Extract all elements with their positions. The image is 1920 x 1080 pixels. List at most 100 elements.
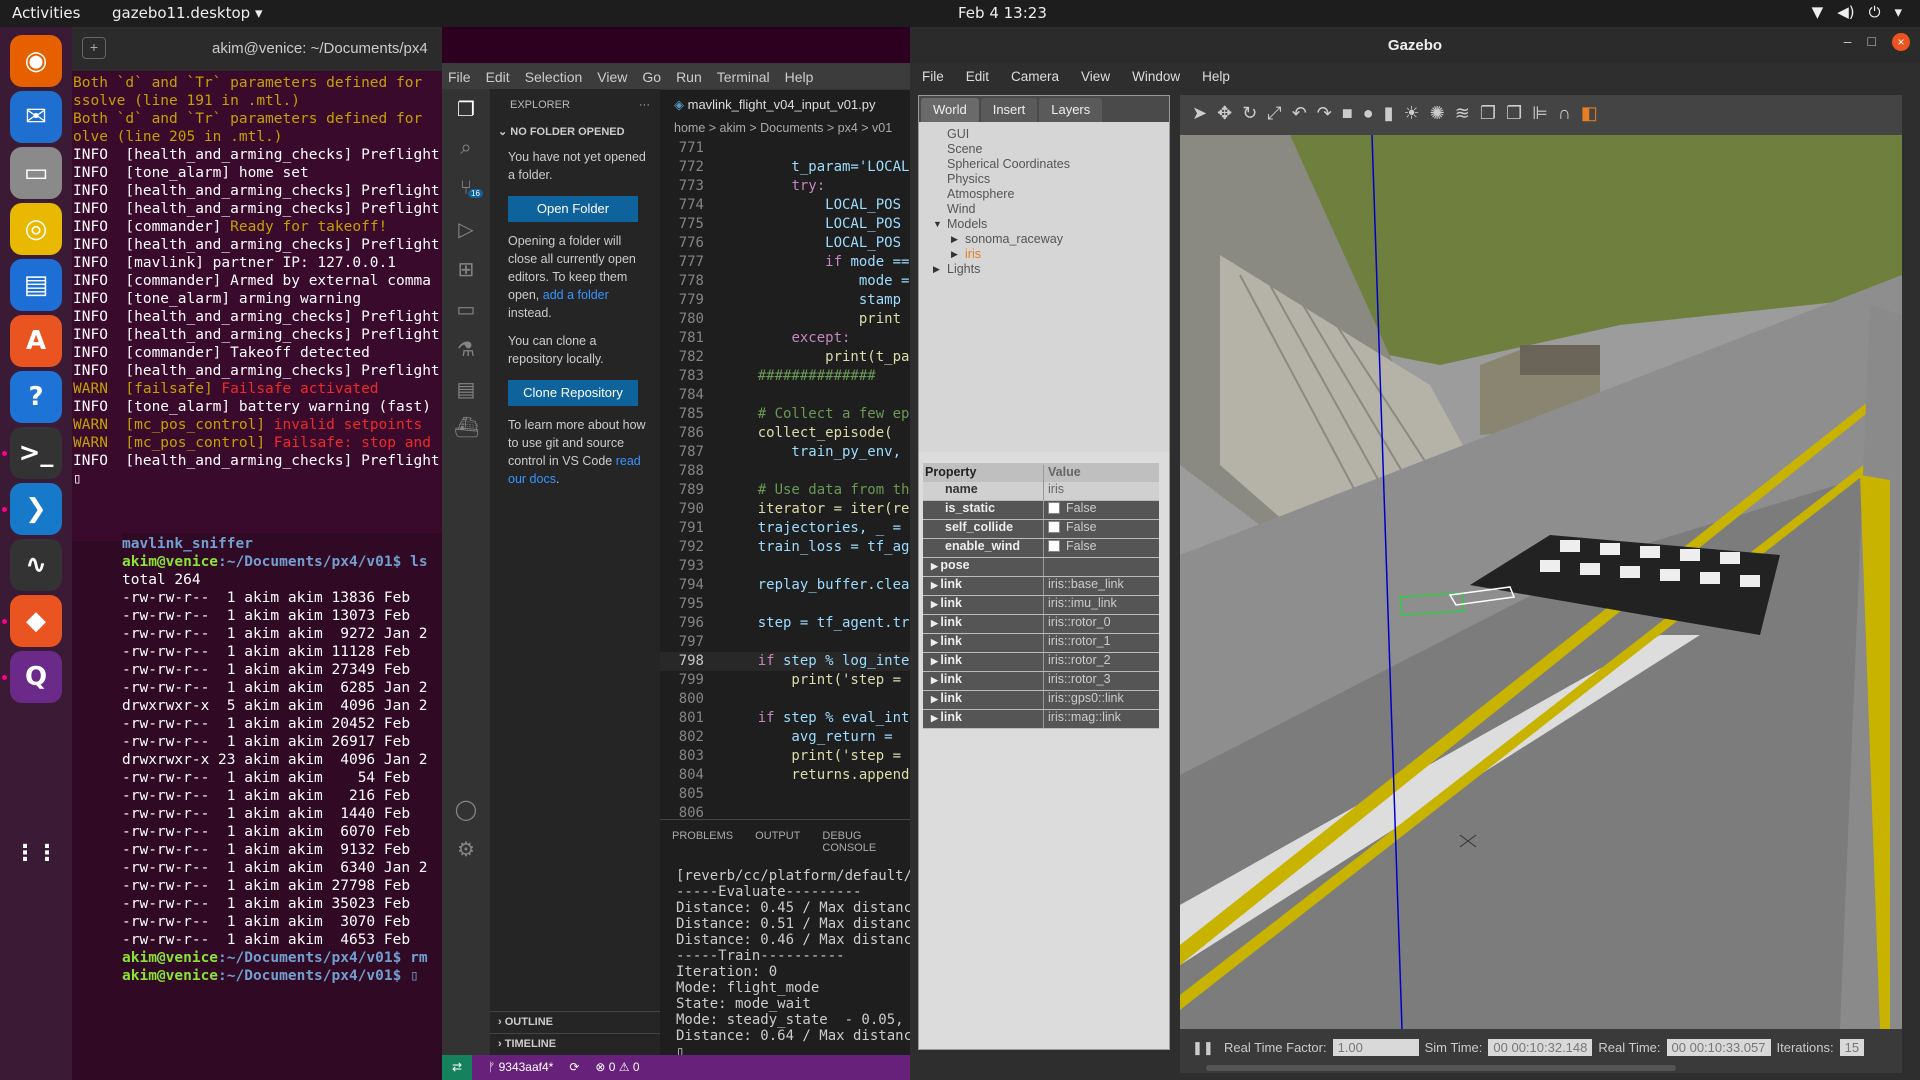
menu-file[interactable]: File (448, 69, 471, 89)
property-row-name[interactable]: name iris (923, 482, 1159, 501)
software-icon[interactable]: A (10, 315, 62, 367)
box-icon[interactable]: ■ (1342, 103, 1353, 135)
writer-icon[interactable]: ▤ (10, 259, 62, 311)
tree-item-sonoma_raceway[interactable]: ▶ sonoma_raceway (947, 232, 1169, 247)
terminal-window[interactable]: + akim@venice: ~/Documents/px4 Both `d` … (72, 27, 442, 1080)
rotate-icon[interactable]: ↻ (1242, 103, 1257, 135)
extensions-icon[interactable]: ⊞ (454, 257, 478, 281)
expand-arrow-icon[interactable]: ▶ (931, 656, 940, 666)
remote-indicator[interactable]: ⇄ (442, 1055, 473, 1080)
tab-insert[interactable]: Insert (980, 98, 1038, 122)
menu-edit[interactable]: Edit (486, 69, 510, 89)
expand-arrow-icon[interactable]: ▶ (931, 599, 940, 609)
tree-item-atmosphere[interactable]: Atmosphere (947, 187, 1169, 202)
account-icon[interactable]: ◯ (454, 797, 478, 821)
gz-menu-view[interactable]: View (1081, 69, 1110, 89)
tab-layers[interactable]: Layers (1039, 98, 1103, 122)
view-angle-icon[interactable]: ◧ (1581, 103, 1598, 135)
remote-explorer-icon[interactable]: ▭ (454, 297, 478, 321)
add-folder-link[interactable]: add a folder (543, 288, 609, 302)
tree-item-lights[interactable]: ▶ Lights (933, 262, 1169, 277)
code-area[interactable]: 771 772 t_param='LOCAL 773 try: 774 LOCAL_P… (660, 139, 910, 823)
expand-arrow-icon[interactable]: ▶ (931, 675, 940, 685)
property-row-enable_wind[interactable]: enable_wind False (923, 539, 1159, 558)
property-row-self_collide[interactable]: self_collide False (923, 520, 1159, 539)
tab-world[interactable]: World (921, 98, 979, 122)
property-row-link[interactable]: ▶ link iris::rotor_3 (923, 672, 1159, 691)
expand-arrow-icon[interactable]: ▶ (951, 247, 958, 262)
copy-icon[interactable]: ❐ (1480, 103, 1496, 135)
volume-icon[interactable]: ◀) (1837, 3, 1854, 21)
gz-menu-file[interactable]: File (922, 69, 944, 89)
expand-arrow-icon[interactable]: ▶ (931, 561, 940, 571)
power-icon[interactable]: ⏻ (1869, 3, 1881, 21)
tree-item-wind[interactable]: Wind (947, 202, 1169, 217)
world-tree[interactable]: GUI Scene Spherical Coordinates Physics Atmo… (919, 122, 1169, 452)
directional-light-icon[interactable]: ≋ (1455, 103, 1470, 135)
property-row-link[interactable]: ▶ link iris::base_link (923, 577, 1159, 596)
terminal-icon[interactable]: >_ (10, 427, 62, 479)
network-icon[interactable]: ▼ (1812, 3, 1824, 21)
new-tab-icon[interactable]: + (82, 37, 106, 59)
files-icon[interactable]: ▭ (10, 147, 62, 199)
property-row-link[interactable]: ▶ link iris::rotor_1 (923, 634, 1159, 653)
property-row-pose[interactable]: ▶ pose (923, 558, 1159, 577)
tree-item-physics[interactable]: Physics (947, 172, 1169, 187)
panel-output[interactable]: [reverb/cc/platform/default/s -----Evalua… (660, 854, 910, 1060)
expand-arrow-icon[interactable]: ▶ (931, 713, 940, 723)
editor[interactable]: ◈ mavlink_flight_v04_input_v01.py home >… (660, 89, 910, 821)
property-row-link[interactable]: ▶ link iris::rotor_2 (923, 653, 1159, 672)
maximize-icon[interactable]: □ (1868, 33, 1876, 51)
undo-icon[interactable]: ↶ (1292, 103, 1307, 135)
property-row-link[interactable]: ▶ link iris::rotor_0 (923, 615, 1159, 634)
tree-item-gui[interactable]: GUI (947, 127, 1169, 142)
rhythmbox-icon[interactable]: ◎ (10, 203, 62, 255)
apps-grid-icon[interactable]: ⋮⋮ (10, 827, 62, 879)
snap-icon[interactable]: ∩ (1558, 103, 1571, 135)
vscode-icon[interactable]: ❯ (10, 483, 62, 535)
gz-menu-edit[interactable]: Edit (966, 69, 989, 89)
expand-arrow-icon[interactable]: ▶ (931, 637, 940, 647)
activities-button[interactable]: Activities (12, 4, 80, 22)
menu-selection[interactable]: Selection (525, 69, 583, 89)
monitor-icon[interactable]: ∿ (10, 539, 62, 591)
spot-light-icon[interactable]: ✺ (1430, 103, 1445, 135)
scale-icon[interactable]: ⤢ (1267, 103, 1281, 135)
panel-tab-output[interactable]: OUTPUT (755, 830, 800, 854)
editor-tab[interactable]: ◈ mavlink_flight_v04_input_v01.py (660, 89, 910, 119)
qgroundcontrol-icon[interactable]: Q (10, 651, 62, 703)
menu-go[interactable]: Go (642, 69, 661, 89)
no-folder-header[interactable]: ⌄ NO FOLDER OPENED (490, 111, 660, 138)
menu-help[interactable]: Help (785, 69, 814, 89)
sync-icon[interactable]: ⟳ (569, 1060, 579, 1080)
tree-item-scene[interactable]: Scene (947, 142, 1169, 157)
panel-tab-problems[interactable]: PROBLEMS (672, 830, 733, 854)
system-menu-icon[interactable]: ▾ (1894, 3, 1902, 21)
tree-item-iris[interactable]: ▶ iris (947, 247, 1169, 262)
run-debug-icon[interactable]: ▷ (454, 217, 478, 241)
explorer-icon[interactable]: ❐ (454, 97, 478, 121)
gz-menu-window[interactable]: Window (1132, 69, 1180, 89)
source-control-icon[interactable]: ⑂ 16 (454, 177, 483, 201)
close-icon[interactable]: × (1892, 33, 1910, 51)
sphere-icon[interactable]: ● (1363, 103, 1374, 135)
checkbox[interactable] (1048, 521, 1060, 533)
cylinder-icon[interactable]: ▮ (1384, 103, 1394, 135)
gz-menu-camera[interactable]: Camera (1011, 69, 1059, 89)
notebook-icon[interactable]: ▤ (454, 377, 478, 401)
expand-arrow-icon[interactable]: ▶ (933, 262, 940, 277)
system-tray[interactable]: ▼ ◀) ⏻ ▾ (1812, 3, 1902, 21)
breadcrumb[interactable]: home > akim > Documents > px4 > v01 (660, 119, 910, 139)
point-light-icon[interactable]: ☀ (1404, 103, 1420, 135)
checkbox[interactable] (1048, 540, 1060, 552)
expand-arrow-icon[interactable]: ▶ (931, 618, 940, 628)
minimize-icon[interactable]: – (1844, 33, 1852, 51)
help-icon[interactable]: ? (10, 371, 62, 423)
checkbox[interactable] (1048, 502, 1060, 514)
tree-item-spherical-coordinates[interactable]: Spherical Coordinates (947, 157, 1169, 172)
panel-tab-debug-console[interactable]: DEBUG CONSOLE (822, 830, 910, 854)
clock[interactable]: Feb 4 13:23 (958, 4, 1047, 22)
terminal-pane-px4[interactable]: Both `d` and `Tr` parameters defined for… (72, 71, 442, 541)
settings-gear-icon[interactable]: ⚙ (454, 837, 478, 861)
property-row-link[interactable]: ▶ link iris::mag::link (923, 710, 1159, 729)
